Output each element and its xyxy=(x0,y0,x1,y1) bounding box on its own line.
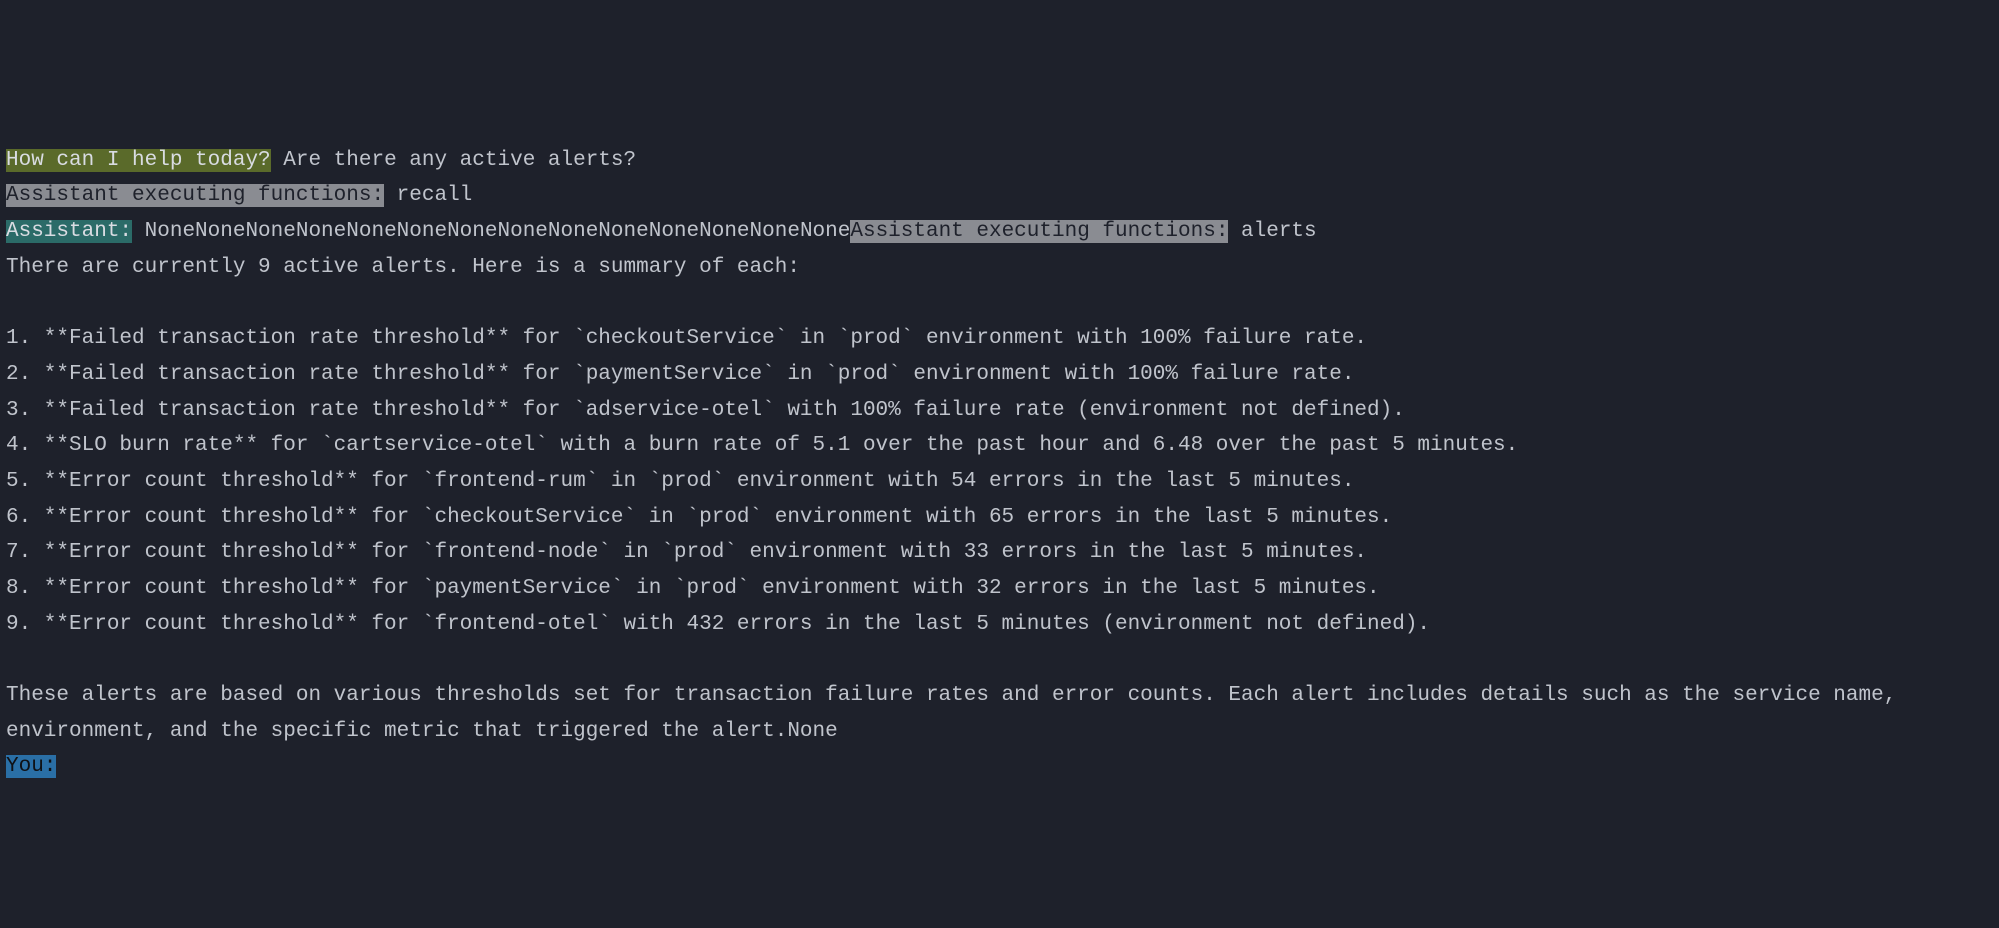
alert-item-2: 2. **Failed transaction rate threshold**… xyxy=(6,357,1993,393)
summary-intro: There are currently 9 active alerts. Her… xyxy=(6,250,1993,286)
blank-line-2 xyxy=(6,642,1993,678)
you-prompt-line[interactable]: You: xyxy=(6,749,56,785)
assistant-line-1: Assistant: NoneNoneNoneNoneNoneNoneNoneN… xyxy=(6,214,1993,250)
you-label: You: xyxy=(6,755,56,778)
summary-outro: These alerts are based on various thresh… xyxy=(6,678,1993,749)
blank-line-1 xyxy=(6,286,1993,322)
greeting-highlight: How can I help today? xyxy=(6,149,271,172)
user-question: Are there any active alerts? xyxy=(271,149,636,172)
alert-item-1: 1. **Failed transaction rate threshold**… xyxy=(6,321,1993,357)
alert-item-5: 5. **Error count threshold** for `fronte… xyxy=(6,464,1993,500)
assistant-label-1: Assistant: xyxy=(6,220,132,243)
alert-item-7: 7. **Error count threshold** for `fronte… xyxy=(6,535,1993,571)
alert-item-3: 3. **Failed transaction rate threshold**… xyxy=(6,393,1993,429)
alert-item-8: 8. **Error count threshold** for `paymen… xyxy=(6,571,1993,607)
exec-label-1: Assistant executing functions: xyxy=(6,184,384,207)
greeting-line: How can I help today? Are there any acti… xyxy=(6,143,1993,179)
exec-fn-1: recall xyxy=(384,184,472,207)
alert-item-9: 9. **Error count threshold** for `fronte… xyxy=(6,607,1993,643)
alert-item-6: 6. **Error count threshold** for `checko… xyxy=(6,500,1993,536)
alert-item-4: 4. **SLO burn rate** for `cartservice-ot… xyxy=(6,428,1993,464)
exec-label-2: Assistant executing functions: xyxy=(850,220,1228,243)
exec-line-1: Assistant executing functions: recall xyxy=(6,178,1993,214)
assistant-nones: NoneNoneNoneNoneNoneNoneNoneNoneNoneNone… xyxy=(132,220,850,243)
exec-fn-2: alerts xyxy=(1228,220,1316,243)
